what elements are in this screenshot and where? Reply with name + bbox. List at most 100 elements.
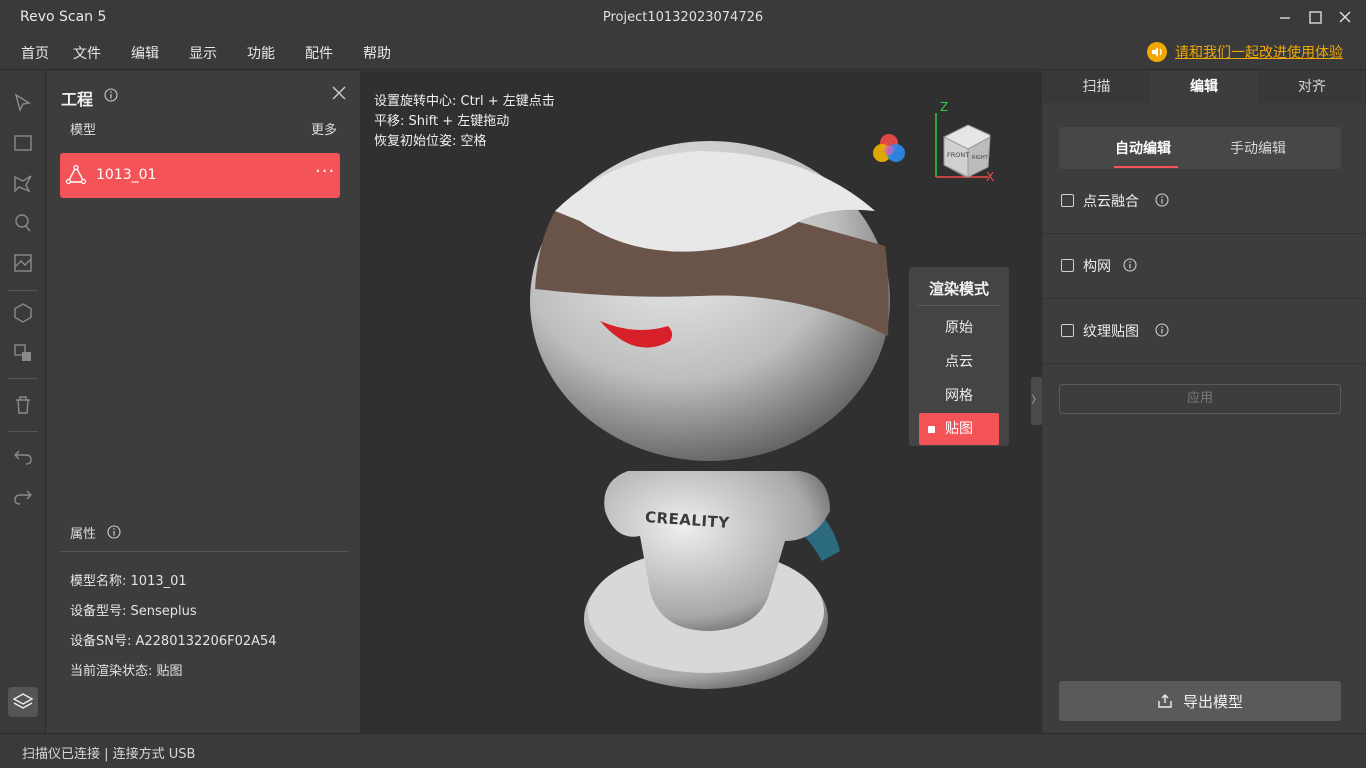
apply-button[interactable]: 应用 (1059, 384, 1341, 414)
collapse-panel-handle[interactable]: 〉 (1031, 377, 1042, 425)
export-label: 导出模型 (1182, 692, 1243, 711)
render-option-mesh[interactable]: 网格 (919, 380, 999, 412)
crop-tool[interactable] (11, 251, 35, 275)
info-icon[interactable] (1155, 323, 1169, 337)
option-meshing[interactable]: 构网 (1043, 234, 1366, 299)
brush-select-icon (15, 214, 31, 232)
layers-button[interactable] (8, 687, 38, 717)
status-bar: 扫描仪已连接 | 连接方式 USB (0, 733, 1366, 768)
lasso-tool[interactable] (11, 171, 35, 195)
attribute-value: Senseplus (130, 604, 197, 619)
minimize-button[interactable] (1273, 6, 1297, 28)
3d-viewport[interactable]: 设置旋转中心: Ctrl + 左键点击 平移: Shift + 左键拖动 恢复初… (360, 71, 1042, 733)
menu-accessory[interactable]: 配件 (305, 43, 333, 63)
maximize-icon (1309, 11, 1322, 24)
brush-select-tool[interactable] (11, 211, 35, 235)
option-texture-mapping[interactable]: 纹理贴图 (1043, 299, 1366, 364)
option-label: 构网 (1083, 259, 1111, 275)
rect-select-tool[interactable] (11, 131, 35, 155)
model-list-item[interactable]: 1013_01 ··· (60, 153, 340, 198)
menu-help[interactable]: 帮助 (363, 43, 391, 63)
option-label: 点云融合 (1083, 194, 1139, 210)
orientation-gizmo[interactable]: Z X FRONT RIGHT (926, 97, 1006, 187)
attribute-label: 模型名称: (70, 574, 127, 589)
rect-select-icon (14, 135, 32, 151)
render-option-original[interactable]: 原始 (919, 312, 999, 344)
subtab-auto-edit[interactable]: 自动编辑 (1115, 138, 1171, 158)
gizmo-x-label: X (986, 170, 994, 184)
menu-display[interactable]: 显示 (189, 43, 217, 63)
model-more-button[interactable]: ··· (315, 161, 335, 182)
crop-icon (14, 254, 32, 272)
info-icon[interactable] (104, 88, 118, 102)
attribute-label: 设备型号: (70, 604, 127, 619)
layers-icon (12, 693, 34, 709)
divider (60, 551, 349, 552)
menu-file[interactable]: 文件 (73, 43, 101, 63)
checkbox[interactable] (1061, 259, 1074, 272)
maximize-button[interactable] (1303, 6, 1327, 28)
trash-icon (16, 396, 30, 414)
info-icon[interactable] (1155, 193, 1169, 207)
color-palette-icon[interactable] (871, 131, 907, 167)
feedback-link[interactable]: 请和我们一起改进使用体验 (1175, 42, 1343, 62)
lasso-icon (14, 175, 32, 193)
speaker-icon (1147, 42, 1167, 62)
project-panel: 工程 模型 更多 1013_01 ··· 属性 模型名称: 1013_01 设备… (47, 71, 359, 733)
menu-edit[interactable]: 编辑 (131, 43, 159, 63)
subtab-manual-edit[interactable]: 手动编辑 (1230, 138, 1286, 158)
rail-divider (8, 378, 38, 379)
redo-icon (14, 490, 32, 505)
minimize-icon (1280, 17, 1290, 19)
duplicate-icon (14, 344, 31, 361)
attributes-label: 属性 (70, 527, 97, 542)
tab-edit[interactable]: 编辑 (1150, 71, 1258, 103)
attribute-label: 当前渲染状态: (70, 664, 153, 679)
render-option-texture[interactable]: 贴图 (919, 413, 999, 445)
mesh-triangle-icon (65, 164, 87, 185)
export-model-button[interactable]: 导出模型 (1059, 681, 1341, 721)
attribute-row: 设备型号: Senseplus (70, 600, 197, 619)
close-icon (1339, 11, 1351, 23)
render-option-texture-label: 贴图 (945, 421, 973, 437)
undo-tool[interactable] (11, 444, 35, 468)
feedback-link-container[interactable]: 请和我们一起改进使用体验 (1147, 41, 1343, 63)
render-mode-title: 渲染模式 (928, 280, 989, 298)
attribute-row: 模型名称: 1013_01 (70, 570, 187, 589)
main-tabs: 扫描 编辑 对齐 (1043, 71, 1366, 103)
mesh-cube-icon (14, 303, 32, 323)
render-option-pointcloud[interactable]: 点云 (919, 346, 999, 378)
connection-status: 扫描仪已连接 | 连接方式 USB (22, 747, 196, 762)
tab-scan[interactable]: 扫描 (1043, 71, 1150, 103)
edit-mode-tabs: 自动编辑 手动编辑 (1059, 127, 1341, 169)
attribute-row: 当前渲染状态: 贴图 (70, 660, 183, 679)
models-label: 模型 (70, 123, 97, 138)
title-bar: Revo Scan 5 Project10132023074726 (0, 0, 1366, 34)
model-name: 1013_01 (96, 167, 157, 183)
undo-icon (14, 450, 32, 465)
tab-align[interactable]: 对齐 (1258, 71, 1366, 103)
redo-tool[interactable] (11, 484, 35, 508)
close-window-button[interactable] (1333, 6, 1357, 28)
duplicate-tool[interactable] (11, 341, 35, 365)
info-icon[interactable] (1123, 258, 1137, 272)
option-pointcloud-fusion[interactable]: 点云融合 (1043, 169, 1366, 234)
panel-title: 工程 (61, 90, 94, 109)
info-icon[interactable] (107, 525, 121, 539)
menu-home[interactable]: 首页 (21, 43, 49, 63)
attribute-value: 贴图 (156, 664, 183, 679)
render-mode-menu: 渲染模式 原始 点云 网格 贴图 (909, 267, 1009, 446)
mesh-tool[interactable] (11, 301, 35, 325)
attribute-label: 设备SN号: (70, 634, 132, 649)
select-arrow-tool[interactable] (11, 91, 35, 115)
export-icon (1158, 694, 1172, 708)
more-button[interactable]: 更多 (311, 119, 337, 138)
delete-tool[interactable] (11, 393, 35, 417)
rail-divider (8, 431, 38, 432)
menu-function[interactable]: 功能 (247, 43, 275, 63)
close-icon[interactable] (331, 85, 347, 101)
checkbox[interactable] (1061, 194, 1074, 207)
checkbox[interactable] (1061, 324, 1074, 337)
gizmo-z-label: Z (940, 100, 948, 114)
select-arrow-icon (14, 93, 31, 112)
